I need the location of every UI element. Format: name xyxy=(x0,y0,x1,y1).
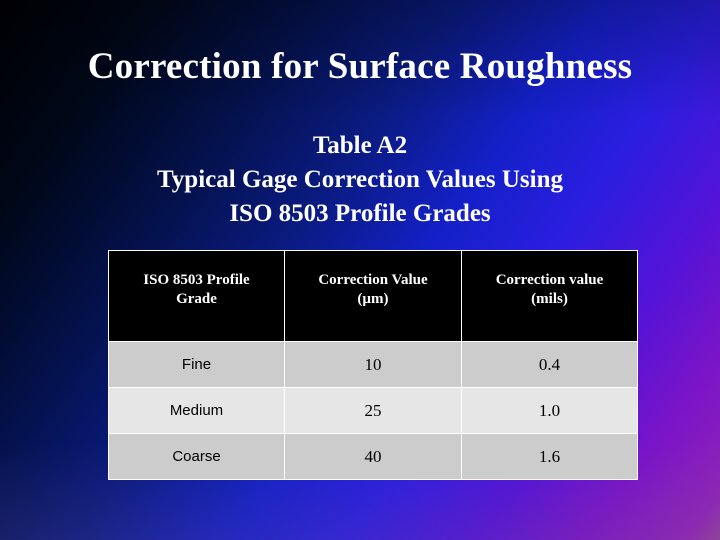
column-header-correction-microns-line2: (µm) xyxy=(357,291,389,307)
cell-mils: 0.4 xyxy=(461,341,638,388)
table-row: Fine 10 0.4 xyxy=(108,341,638,388)
column-header-profile-grade-line1: ISO 8503 Profile xyxy=(143,272,250,288)
table-body: Fine 10 0.4 Medium 25 1.0 Coarse 40 1.6 xyxy=(108,341,638,480)
column-header-profile-grade-line2: Grade xyxy=(176,291,217,307)
cell-grade: Medium xyxy=(108,387,285,434)
table-caption-block: Table A2 Typical Gage Correction Values … xyxy=(60,129,660,231)
cell-mils: 1.0 xyxy=(461,387,638,434)
caption-line-3: ISO 8503 Profile Grades xyxy=(229,200,491,227)
cell-mils: 1.6 xyxy=(461,433,638,480)
table-header-row: ISO 8503 Profile Grade Correction Value … xyxy=(108,250,638,342)
table-header: ISO 8503 Profile Grade Correction Value … xyxy=(108,250,638,342)
column-header-correction-mils: Correction value (mils) xyxy=(461,250,638,342)
cell-microns: 10 xyxy=(284,341,462,388)
column-header-correction-microns-line1: Correction Value xyxy=(318,272,428,288)
correction-values-table: ISO 8503 Profile Grade Correction Value … xyxy=(108,250,638,480)
caption-line-2: Typical Gage Correction Values Using xyxy=(156,166,564,193)
column-header-profile-grade: ISO 8503 Profile Grade xyxy=(108,250,285,342)
table-row: Coarse 40 1.6 xyxy=(108,433,638,480)
cell-microns: 40 xyxy=(284,433,462,480)
page-title: Correction for Surface Roughness xyxy=(87,46,633,87)
cell-grade: Coarse xyxy=(108,433,285,480)
column-header-correction-mils-line1: Correction value xyxy=(495,272,604,288)
column-header-correction-microns: Correction Value (µm) xyxy=(284,250,462,342)
correction-values-table-container: ISO 8503 Profile Grade Correction Value … xyxy=(108,250,638,480)
cell-grade: Fine xyxy=(108,341,285,388)
cell-microns: 25 xyxy=(284,387,462,434)
caption-line-1: Table A2 xyxy=(312,132,408,159)
column-header-correction-mils-line2: (mils) xyxy=(531,291,568,307)
slide-canvas: Correction for Surface Roughness Table A… xyxy=(0,0,720,540)
table-row: Medium 25 1.0 xyxy=(108,387,638,434)
